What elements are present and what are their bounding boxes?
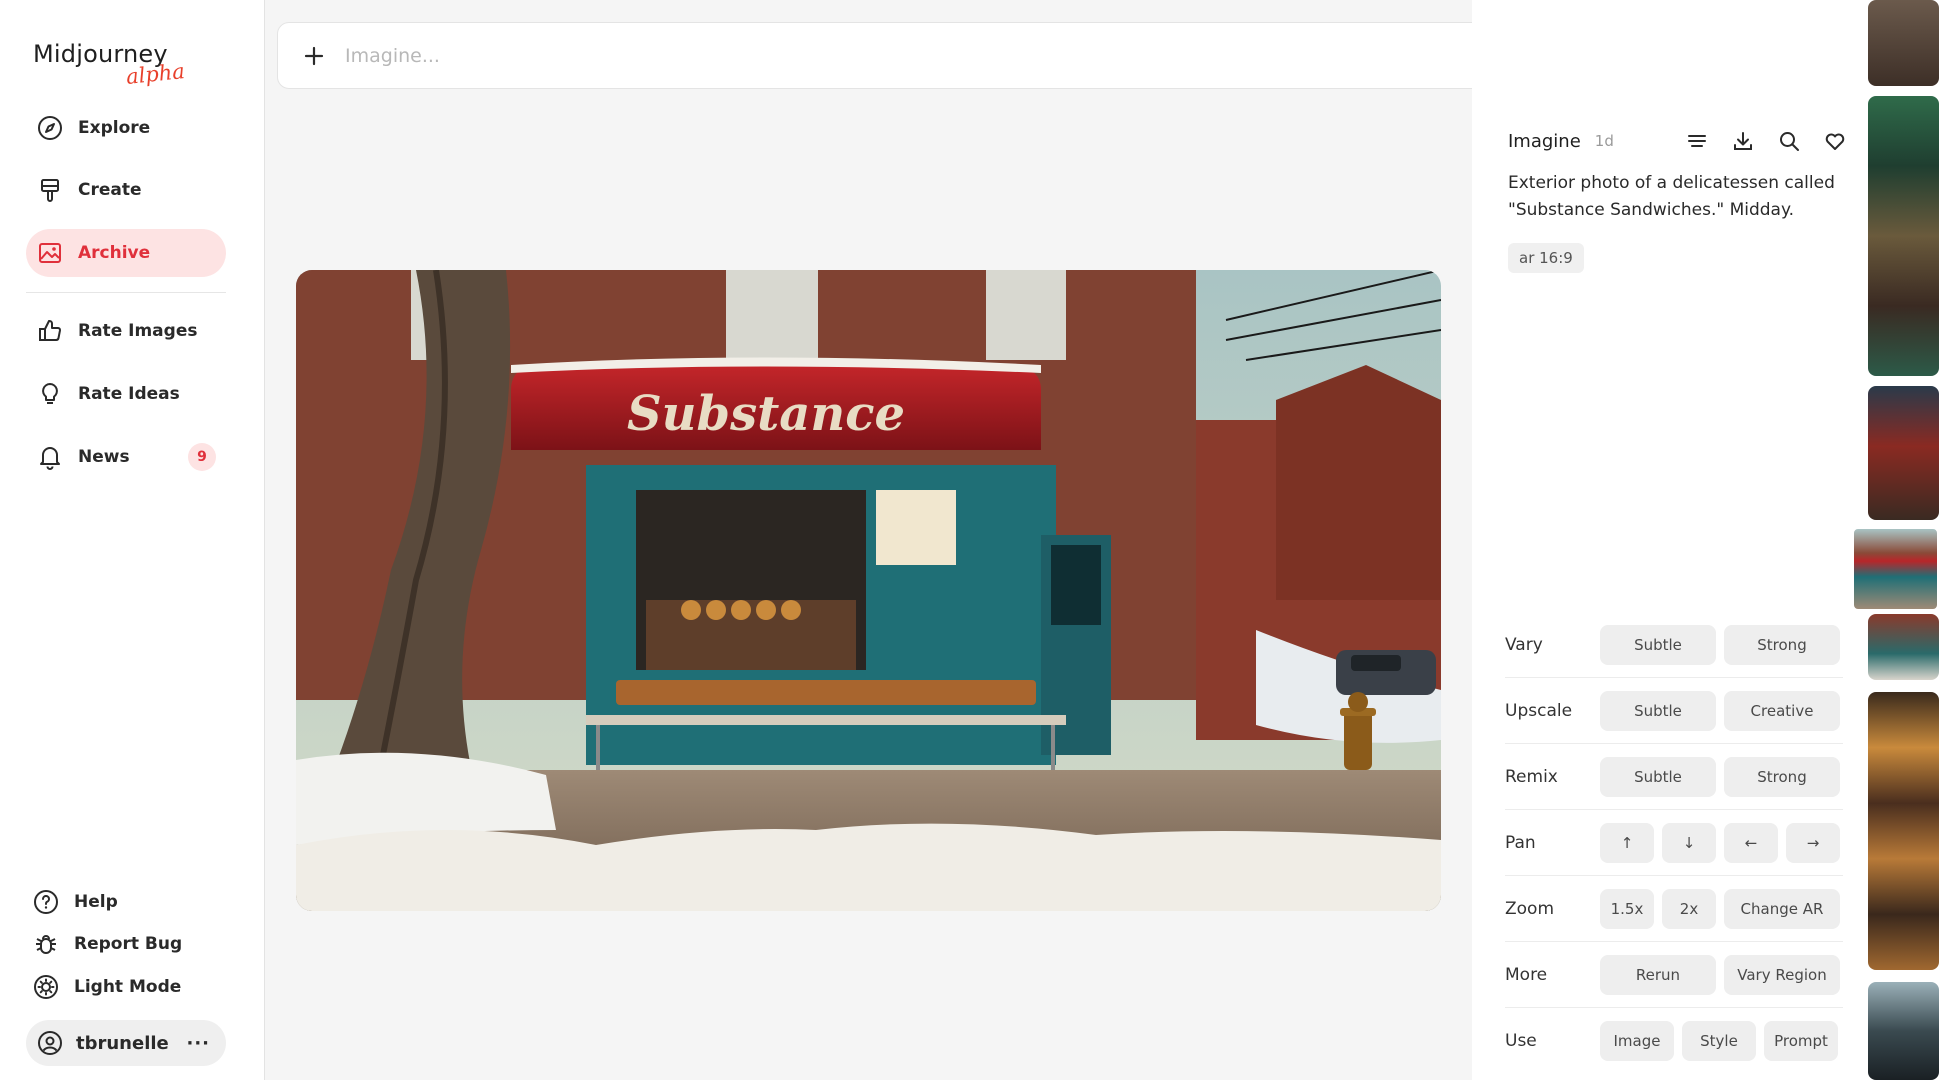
rerun-button[interactable]: Rerun (1600, 954, 1716, 995)
nav-archive-label: Archive (78, 243, 151, 263)
bell-icon (36, 443, 64, 471)
compass-icon (36, 114, 64, 142)
nav-rate-ideas[interactable]: Rate Ideas (26, 370, 226, 418)
zoom-1-5x-button[interactable]: 1.5x (1600, 888, 1654, 929)
username: tbrunelle (76, 1032, 169, 1054)
job-age: 1d (1594, 132, 1614, 150)
vary-strong-button[interactable]: Strong (1724, 624, 1840, 665)
nav-create[interactable]: Create (26, 166, 226, 214)
action-label: Remix (1505, 766, 1558, 787)
nav-create-label: Create (78, 180, 142, 200)
deli-sign-text: Substance (627, 386, 905, 442)
panel-header: Imagine 1d (1508, 128, 1848, 154)
action-row-zoom: Zoom 1.5x 2x Change AR (1505, 876, 1843, 942)
action-label: Zoom (1505, 898, 1555, 919)
pan-right-button[interactable]: → (1786, 822, 1840, 863)
deli-storefront-image: Substance (296, 270, 1441, 911)
vary-region-button[interactable]: Vary Region (1724, 954, 1840, 995)
thumbnail[interactable] (1868, 692, 1939, 970)
use-style-button[interactable]: Style (1682, 1021, 1756, 1061)
nav-rate-images-label: Rate Images (78, 321, 198, 341)
nav-explore-label: Explore (78, 118, 151, 138)
upscale-subtle-button[interactable]: Subtle (1600, 690, 1716, 731)
image-icon (36, 239, 64, 267)
nav-rate-ideas-label: Rate Ideas (78, 384, 180, 404)
help-link[interactable]: Help (32, 885, 118, 919)
nav-divider (26, 292, 226, 293)
change-ar-button[interactable]: Change AR (1724, 888, 1840, 929)
thumbnail[interactable] (1868, 386, 1939, 520)
sidebar: Midjourney alpha Explore Create Archive … (0, 0, 265, 1080)
nav-news[interactable]: News 9 (26, 433, 226, 481)
nav-archive[interactable]: Archive (26, 229, 226, 277)
light-mode-toggle[interactable]: Light Mode (32, 970, 181, 1004)
remix-subtle-button[interactable]: Subtle (1600, 756, 1716, 797)
thumbs-up-icon (36, 317, 64, 345)
list-icon[interactable] (1684, 128, 1710, 154)
action-label: Pan (1505, 832, 1536, 853)
action-label: More (1505, 964, 1548, 985)
action-row-upscale: Upscale Subtle Creative (1505, 678, 1843, 744)
user-avatar-icon (36, 1029, 64, 1057)
details-panel: Imagine 1d Exterior photo of a delicates… (1472, 0, 1868, 1080)
lightbulb-icon (36, 380, 64, 408)
remix-strong-button[interactable]: Strong (1724, 756, 1840, 797)
more-options-button[interactable]: ··· (186, 1033, 210, 1054)
news-badge: 9 (188, 443, 216, 471)
user-menu[interactable]: tbrunelle ··· (26, 1020, 226, 1066)
heart-icon[interactable] (1822, 128, 1848, 154)
download-icon[interactable] (1730, 128, 1756, 154)
add-icon[interactable] (301, 43, 327, 69)
thumbnail[interactable] (1868, 96, 1939, 376)
nav-rate-images[interactable]: Rate Images (26, 307, 226, 355)
use-prompt-button[interactable]: Prompt (1764, 1021, 1838, 1061)
pan-up-button[interactable]: ↑ (1600, 822, 1654, 863)
thumbnail-active[interactable] (1852, 527, 1939, 611)
brush-icon (36, 176, 64, 204)
pan-left-button[interactable]: ← (1724, 822, 1778, 863)
report-bug-label: Report Bug (74, 934, 183, 954)
vary-subtle-button[interactable]: Subtle (1600, 624, 1716, 665)
report-bug-link[interactable]: Report Bug (32, 927, 182, 961)
job-type-label: Imagine (1508, 130, 1581, 152)
param-chip: ar 16:9 (1508, 243, 1584, 273)
light-mode-label: Light Mode (74, 977, 182, 997)
thumbnail-strip (1852, 0, 1951, 1080)
upscale-creative-button[interactable]: Creative (1724, 690, 1840, 731)
action-row-remix: Remix Subtle Strong (1505, 744, 1843, 810)
action-row-use: Use Image Style Prompt (1505, 1008, 1843, 1074)
thumbnail[interactable] (1868, 0, 1939, 86)
action-label: Use (1505, 1031, 1537, 1051)
logo[interactable]: Midjourney alpha (33, 40, 186, 89)
search-icon[interactable] (1776, 128, 1802, 154)
action-label: Upscale (1505, 700, 1573, 721)
logo-alpha-tag: alpha (124, 58, 186, 90)
action-label: Vary (1505, 634, 1543, 655)
nav-explore[interactable]: Explore (26, 104, 226, 152)
nav-news-label: News (78, 447, 130, 467)
help-icon (32, 888, 60, 916)
sun-icon (32, 973, 60, 1001)
prompt-text: Exterior photo of a delicatessen called … (1508, 173, 1835, 220)
action-row-more: More Rerun Vary Region (1505, 942, 1843, 1008)
help-label: Help (74, 892, 118, 912)
thumbnail[interactable] (1868, 614, 1939, 680)
bug-icon (32, 930, 60, 958)
zoom-2x-button[interactable]: 2x (1662, 888, 1716, 929)
pan-down-button[interactable]: ↓ (1662, 822, 1716, 863)
generated-image[interactable]: Substance (296, 270, 1441, 911)
action-row-vary: Vary Subtle Strong (1505, 612, 1843, 678)
action-row-pan: Pan ↑ ↓ ← → (1505, 810, 1843, 876)
thumbnail[interactable] (1868, 982, 1939, 1080)
use-image-button[interactable]: Image (1600, 1021, 1674, 1061)
